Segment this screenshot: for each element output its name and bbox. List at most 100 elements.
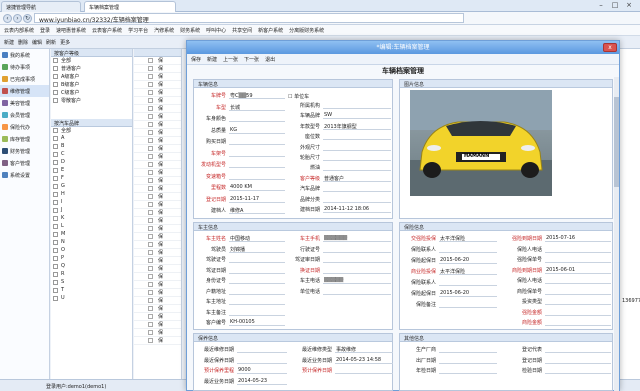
table-row[interactable]: 保 — [134, 177, 181, 185]
tree-node[interactable]: R — [51, 271, 132, 279]
tree-node[interactable]: M — [51, 231, 132, 239]
dialog-toolbar-button[interactable]: 新建 — [207, 57, 217, 63]
expand-icon[interactable] — [53, 256, 58, 261]
dialog-toolbar-button[interactable]: 上一张 — [223, 57, 238, 63]
field-value[interactable]: ▒▒▒▒▒▒ — [323, 235, 391, 242]
row-checkbox[interactable] — [148, 234, 153, 239]
row-checkbox[interactable] — [148, 258, 153, 263]
field-value[interactable] — [335, 367, 393, 374]
forward-icon[interactable]: › — [13, 14, 22, 23]
field-value[interactable]: 9000 — [237, 367, 287, 374]
table-row[interactable]: 保 — [134, 217, 181, 225]
close-window-icon[interactable]: × — [622, 0, 636, 10]
app-toolbar-button[interactable]: 新建 — [4, 40, 14, 46]
table-row[interactable]: 保 — [134, 81, 181, 89]
field-value[interactable] — [323, 164, 391, 172]
bookmark-item[interactable]: 汽修系统 — [154, 28, 174, 34]
expand-icon[interactable] — [53, 272, 58, 277]
field-value[interactable] — [323, 267, 391, 274]
tree-node[interactable]: C级客户 — [51, 89, 132, 97]
field-value[interactable] — [545, 367, 611, 374]
sidebar-item[interactable]: 美容管理 — [0, 97, 49, 109]
tree-node[interactable]: L — [51, 223, 132, 231]
table-row[interactable]: 保 — [134, 225, 181, 233]
browser-tab-vehicle[interactable]: 车辆档案管理 — [84, 1, 176, 12]
field-value[interactable] — [323, 288, 391, 295]
sidebar-item[interactable]: 保险代办 — [0, 121, 49, 133]
table-row[interactable]: 保 — [134, 297, 181, 305]
row-checkbox[interactable] — [148, 330, 153, 335]
table-row[interactable]: 保 — [134, 305, 181, 313]
app-toolbar-button[interactable]: 刷新 — [46, 40, 56, 46]
bookmark-item[interactable]: 呼叫中心 — [206, 28, 226, 34]
field-value[interactable] — [237, 346, 287, 353]
table-row[interactable]: 保 — [134, 145, 181, 153]
row-checkbox[interactable] — [148, 186, 153, 191]
row-checkbox[interactable] — [148, 90, 153, 95]
tree-node[interactable]: O — [51, 247, 132, 255]
table-row[interactable]: 保 — [134, 313, 181, 321]
expand-icon[interactable] — [53, 216, 58, 221]
tree-node[interactable]: E — [51, 167, 132, 175]
expand-icon[interactable] — [53, 232, 58, 237]
field-value[interactable]: 长城 — [229, 104, 285, 111]
expand-icon[interactable] — [53, 128, 58, 133]
table-row[interactable]: 保 — [134, 153, 181, 161]
table-row[interactable]: 保 — [134, 57, 181, 65]
expand-icon[interactable] — [53, 296, 58, 301]
bookmark-item[interactable]: 新客户系统 — [258, 28, 283, 34]
field-value[interactable] — [439, 279, 497, 286]
row-checkbox[interactable] — [148, 162, 153, 167]
browser-tab-nav[interactable]: 速捷管理导航 — [1, 1, 81, 12]
dialog-toolbar-button[interactable]: 退出 — [265, 57, 275, 63]
url-input[interactable]: www.iyunbiao.cn/32332/车辆档案管理 — [34, 13, 464, 24]
field-value[interactable]: 刘锦播 — [229, 246, 285, 253]
field-value[interactable]: 太平洋保险 — [439, 235, 497, 242]
field-value[interactable] — [545, 277, 611, 284]
row-checkbox[interactable] — [148, 210, 153, 215]
expand-icon[interactable] — [53, 152, 58, 157]
row-checkbox[interactable] — [148, 298, 153, 303]
table-row[interactable]: 保 — [134, 249, 181, 257]
field-value[interactable] — [545, 256, 611, 263]
row-checkbox[interactable] — [148, 58, 153, 63]
expand-icon[interactable] — [53, 240, 58, 245]
expand-icon[interactable] — [53, 280, 58, 285]
tree-node[interactable]: 全部 — [51, 57, 132, 65]
tree-node[interactable]: K — [51, 215, 132, 223]
table-row[interactable]: 保 — [134, 105, 181, 113]
tree-node[interactable]: 全部 — [51, 127, 132, 135]
row-checkbox[interactable] — [148, 194, 153, 199]
tree-node[interactable]: 零散客户 — [51, 97, 132, 105]
sidebar-item[interactable]: 库存管理 — [0, 133, 49, 145]
expand-icon[interactable] — [53, 208, 58, 213]
row-checkbox[interactable] — [148, 202, 153, 207]
field-value[interactable] — [545, 357, 611, 364]
row-checkbox[interactable] — [148, 146, 153, 151]
row-checkbox[interactable] — [148, 130, 153, 135]
field-value[interactable] — [545, 309, 611, 316]
row-checkbox[interactable] — [148, 226, 153, 231]
sidebar-item[interactable]: 我的系统 — [0, 49, 49, 61]
expand-icon[interactable] — [53, 200, 58, 205]
field-value[interactable] — [229, 150, 285, 157]
field-value[interactable] — [229, 256, 285, 263]
table-row[interactable]: 保 — [134, 73, 181, 81]
bookmark-item[interactable]: 速吧惠普系统 — [56, 28, 86, 34]
row-checkbox[interactable] — [148, 122, 153, 127]
expand-icon[interactable] — [53, 168, 58, 173]
expand-icon[interactable] — [53, 136, 58, 141]
row-checkbox[interactable] — [148, 266, 153, 271]
expand-icon[interactable] — [53, 184, 58, 189]
field-value[interactable] — [545, 298, 611, 305]
table-row[interactable]: 保 — [134, 241, 181, 249]
row-checkbox[interactable] — [148, 66, 153, 71]
row-checkbox[interactable] — [148, 314, 153, 319]
tree-node[interactable]: 普通客户 — [51, 65, 132, 73]
field-value[interactable] — [323, 144, 391, 151]
expand-icon[interactable] — [53, 264, 58, 269]
tree-node[interactable]: T — [51, 287, 132, 295]
field-value[interactable] — [229, 161, 285, 168]
sidebar-item[interactable]: 已完成事项 — [0, 73, 49, 85]
table-row[interactable]: 保 — [134, 233, 181, 241]
